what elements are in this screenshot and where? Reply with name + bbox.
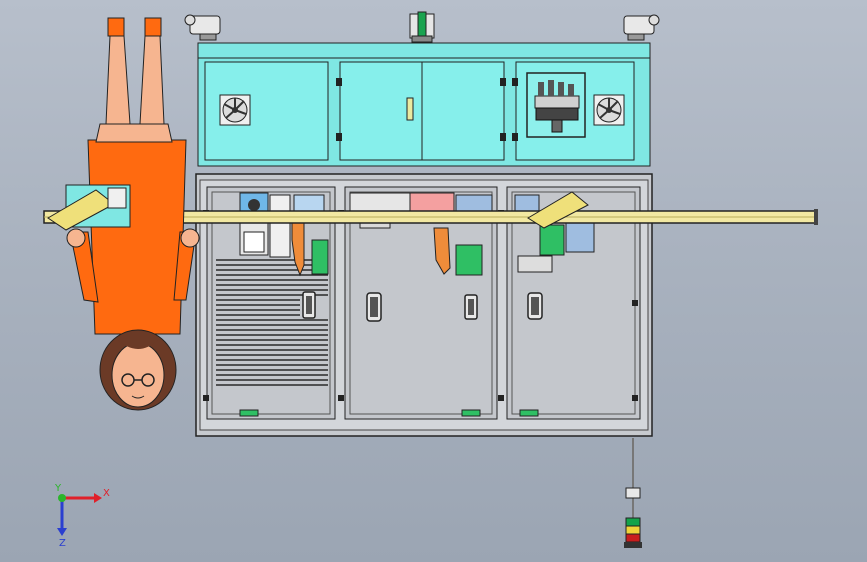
axis-y-label: Y (54, 483, 62, 494)
camera-head-right (623, 14, 660, 41)
cad-viewport[interactable]: X Y Z (0, 0, 867, 562)
door-handle (366, 292, 382, 322)
assembly-drawing: X Y Z (43, 11, 818, 549)
axis-z-label: Z (59, 538, 66, 549)
carry-tray (47, 184, 131, 231)
door-handle (464, 294, 478, 320)
tower-lamp (624, 438, 642, 548)
door-handle (302, 291, 316, 319)
coordinate-triad: X Y Z (54, 483, 110, 549)
fan-icon (219, 94, 251, 126)
valve-manifold (526, 72, 586, 138)
camera-head-left (184, 14, 221, 41)
axis-x-label: X (103, 488, 110, 499)
door-handle (527, 292, 543, 320)
connector-top (409, 11, 435, 43)
fan-icon (593, 94, 625, 126)
